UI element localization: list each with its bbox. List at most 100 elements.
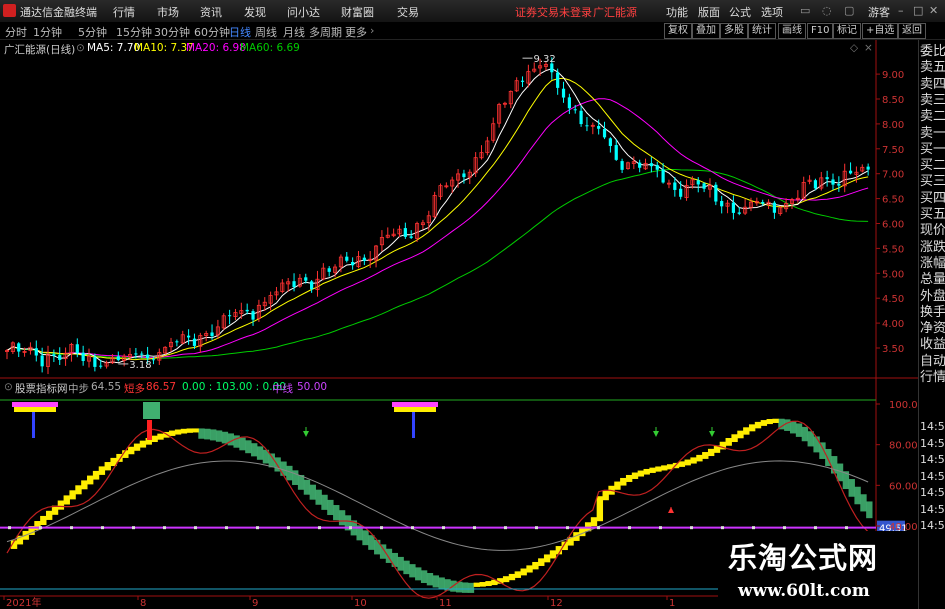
side-item-16[interactable]: 换手 <box>920 305 945 321</box>
flag-left-top <box>12 402 58 407</box>
ribbon-up-bar <box>40 515 47 526</box>
ribbon-up-bar <box>655 466 662 472</box>
ind-value-zhongxian: 50.00 <box>297 381 328 393</box>
candle-body <box>251 311 255 320</box>
candle-body <box>714 184 718 202</box>
candle-body <box>40 355 44 367</box>
candle-body <box>673 182 677 190</box>
high-label: 9.32 <box>534 54 556 65</box>
side-item-17[interactable]: 净资 <box>920 321 945 337</box>
side-time-6: 14:5 <box>920 519 945 532</box>
quote-side-panel[interactable]: 委比 卖五 卖四 卖三 卖二 卖一 买一 买二 买三 买四 买五 现价 涨跌 涨幅 总量 外盘 换手 净资 收益 自动… <box>918 40 945 609</box>
ind-label-duanduo: 短多 <box>124 383 145 395</box>
ribbon-down-bar <box>286 465 293 481</box>
candle-body <box>93 357 97 367</box>
ribbon-down-bar <box>204 428 211 440</box>
price-tick-label: 5.50 <box>882 244 904 255</box>
side-item-14[interactable]: 总量 <box>920 272 945 288</box>
price-tick-label: 4.50 <box>882 294 904 305</box>
ribbon-down-bar <box>327 499 334 516</box>
ribbon-up-bar <box>643 468 650 475</box>
ind-value-counts: 0.00 : 103.00 : 0.00 <box>182 381 286 393</box>
midline-dot <box>70 526 73 530</box>
indicator-menu-icon[interactable]: ⊙ <box>4 381 13 393</box>
side-item-2[interactable]: 卖四 <box>920 77 945 93</box>
ribbon-up-bar <box>637 470 645 477</box>
side-item-20[interactable]: 行情 <box>920 370 945 386</box>
watermark: 乐淘公式网 www.60lt.com <box>718 531 918 605</box>
side-item-11[interactable]: 现价 <box>920 223 945 239</box>
candle-body <box>731 202 736 213</box>
ribbon-up-bar <box>169 430 176 436</box>
close-icon[interactable]: ✕ <box>929 4 938 17</box>
ma5-line <box>6 68 869 364</box>
side-item-13[interactable]: 涨幅 <box>920 256 945 272</box>
side-item-0[interactable]: 委比 <box>920 44 945 60</box>
ribbon-up-bar <box>98 466 106 475</box>
side-item-5[interactable]: 卖一 <box>920 126 945 142</box>
flag-right-stem <box>412 412 415 438</box>
ribbon-down-bar <box>198 428 205 439</box>
ma20-line <box>6 98 869 359</box>
ma10-line <box>6 77 869 361</box>
side-item-1[interactable]: 卖五 <box>920 60 945 76</box>
ribbon-down-bar <box>210 429 217 441</box>
midline-dot <box>318 526 321 530</box>
side-item-15[interactable]: 外盘 <box>920 289 945 305</box>
x-axis-label: 1 <box>669 598 675 609</box>
side-time-0: 14:5 <box>920 420 945 433</box>
side-item-9[interactable]: 买四 <box>920 191 945 207</box>
ribbon-down-bar <box>860 494 867 512</box>
candle-body <box>720 201 724 207</box>
ribbon-down-bar <box>221 431 229 444</box>
ribbon-up-bar <box>192 428 199 433</box>
side-item-6[interactable]: 买一 <box>920 142 945 158</box>
candle-body <box>608 138 612 146</box>
midline-dot <box>132 526 135 530</box>
candle-body <box>245 309 249 312</box>
side-item-10[interactable]: 买五 <box>920 207 945 223</box>
side-time-4: 14:5 <box>920 486 945 499</box>
side-item-7[interactable]: 买二 <box>920 158 945 174</box>
candle-body <box>210 332 214 337</box>
arrow-down-icon <box>303 431 309 437</box>
ribbon-down-bar <box>362 530 369 546</box>
side-item-8[interactable]: 买三 <box>920 174 945 190</box>
ribbon-up-bar <box>81 480 88 490</box>
ribbon-down-bar <box>467 582 475 593</box>
candle-body <box>620 161 624 170</box>
signal-red-bar <box>147 420 152 440</box>
side-item-18[interactable]: 收益 <box>920 337 945 353</box>
ind-value-zhongbu: 64.55 <box>91 381 122 393</box>
candle-body <box>58 355 62 360</box>
ribbon-up-bar <box>133 443 141 451</box>
kline-chart[interactable]: 9.323.18 49.51 9.008.508.007.507.006.506… <box>0 0 918 609</box>
ind-tick-label: 60.00 <box>889 481 918 492</box>
candle-body <box>602 129 607 138</box>
ribbon-down-bar <box>420 570 428 584</box>
arrow-up-icon <box>668 507 674 513</box>
side-item-4[interactable]: 卖二 <box>920 109 945 125</box>
ribbon-down-bar <box>409 564 416 578</box>
price-tick-label: 9.00 <box>882 70 904 81</box>
ribbon-up-bar <box>725 438 732 446</box>
candle-body <box>345 256 349 261</box>
midline-dot <box>101 526 104 530</box>
midline-dot <box>721 526 724 530</box>
candle-body <box>866 166 870 170</box>
midline-dot <box>8 526 11 530</box>
ribbon-down-bar <box>801 426 809 442</box>
ma60-line <box>6 169 869 359</box>
side-item-3[interactable]: 卖三 <box>920 93 945 109</box>
candle-body <box>327 268 331 272</box>
ribbon-down-bar <box>333 505 340 521</box>
ribbon-down-bar <box>338 510 346 526</box>
candle-body <box>585 125 589 127</box>
candle-body <box>579 110 583 125</box>
ribbon-up-bar <box>174 429 182 435</box>
arrow-down-icon <box>653 431 659 437</box>
price-tick-label: 6.50 <box>882 195 904 206</box>
ribbon-down-bar <box>245 440 252 454</box>
side-item-19[interactable]: 自动 <box>920 354 945 370</box>
side-item-12[interactable]: 涨跌 <box>920 240 945 256</box>
